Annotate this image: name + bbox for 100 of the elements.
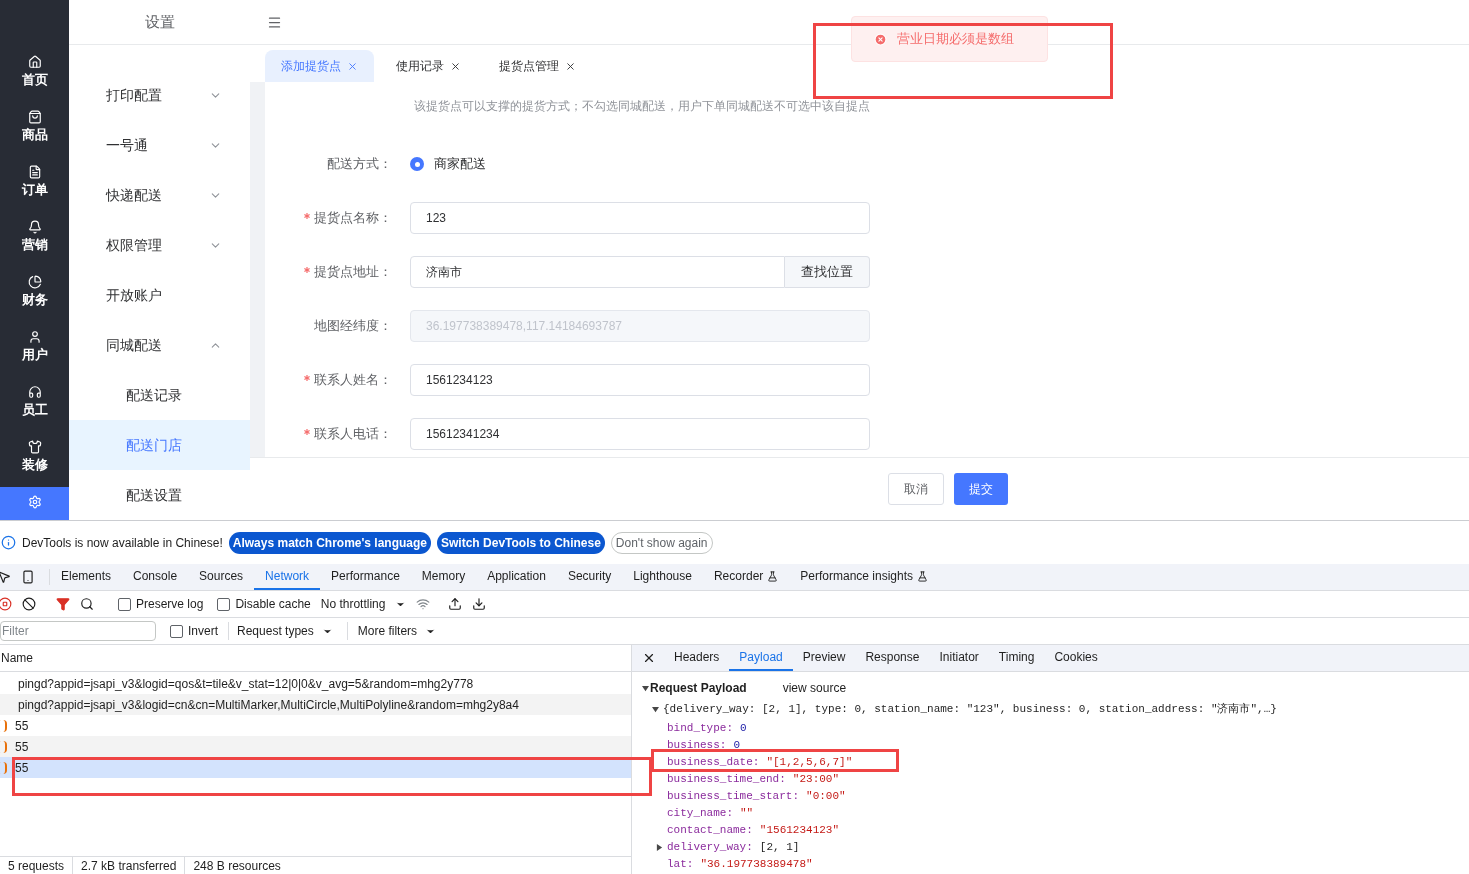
devtools-tab[interactable]: Elements [50, 564, 123, 590]
more-filters-dropdown[interactable]: More filters [346, 622, 418, 640]
payload-title[interactable]: Request Payload [650, 679, 747, 697]
disable-cache-checkbox[interactable] [217, 597, 231, 611]
download-icon[interactable] [472, 597, 487, 611]
inspect-icon[interactable] [0, 570, 11, 584]
input-field[interactable]: 15612341234 [410, 418, 870, 450]
clear-icon[interactable] [22, 597, 36, 611]
submenu-item[interactable]: 开放账户 [69, 270, 250, 320]
submenu-item[interactable]: 打印配置 [69, 70, 250, 120]
upload-icon[interactable] [448, 597, 463, 611]
devtools-tab[interactable]: Application [476, 564, 557, 590]
menu-icon[interactable] [267, 14, 282, 30]
field-label: 联系人姓名： [314, 371, 392, 390]
devtools-tab[interactable]: Security [556, 564, 623, 590]
submenu-item[interactable]: 权限管理 [69, 220, 250, 270]
user-icon [27, 330, 42, 344]
invert-checkbox[interactable] [170, 624, 183, 638]
search-icon[interactable] [80, 597, 94, 611]
network-conditions-icon[interactable] [416, 597, 431, 611]
detail-tab[interactable]: Headers [664, 645, 730, 671]
banner-button[interactable]: Switch DevTools to Chinese [437, 531, 605, 554]
submenu-item[interactable]: 一号通 [69, 120, 250, 170]
input-field[interactable]: 1561234123 [410, 364, 870, 396]
devtools-tab[interactable]: Recorder [702, 564, 790, 590]
submenu-title: 设置 [144, 11, 175, 32]
detail-tab[interactable]: Initiator [929, 645, 989, 671]
request-row[interactable]: 55 [0, 736, 631, 757]
nav-item[interactable]: 装修 [0, 432, 69, 487]
nav-item[interactable]: 订单 [0, 157, 69, 212]
property-key: contact_name: [667, 822, 753, 839]
status-text: 2.7 kB transferred [72, 856, 185, 874]
request-row[interactable]: pingd?appid=jsapi_v3&logid=cn&cn=MultiMarker,MultiCircle,MultiPolyline&random=mhg2y8a4 [0, 694, 631, 715]
record-icon[interactable] [0, 597, 12, 611]
submenu-subitem[interactable]: 配送门店 [69, 420, 250, 470]
home-icon [27, 55, 42, 69]
devtools-tab[interactable]: Sources [188, 564, 255, 590]
property-value: 0 [740, 721, 747, 737]
submenu-item[interactable]: 快递配送 [69, 170, 250, 220]
info-icon [1, 535, 16, 550]
nav-item[interactable]: 财务 [0, 267, 69, 322]
find-location-button[interactable]: 查找位置 [785, 256, 870, 288]
field-label: 地图经纬度： [314, 317, 392, 336]
nav-item[interactable]: 员工 [0, 377, 69, 432]
banner-button[interactable]: Always match Chrome's language [228, 531, 432, 554]
collapse-icon[interactable] [642, 684, 649, 692]
request-types-dropdown[interactable]: Request types [237, 622, 314, 640]
input-field[interactable]: 123 [410, 202, 870, 234]
property-key: business_time_end: [667, 771, 786, 788]
close-icon[interactable] [565, 60, 576, 72]
page-tab[interactable]: 添加提货点 [265, 50, 374, 82]
close-icon[interactable] [450, 60, 461, 72]
submenu-subitem[interactable]: 配送记录 [69, 370, 250, 420]
detail-tab[interactable]: Preview [792, 645, 856, 671]
devtools-tab[interactable]: Lighthouse [622, 564, 703, 590]
preserve-log-checkbox[interactable] [118, 597, 131, 611]
field-label: 配送方式： [327, 155, 392, 174]
detail-tab[interactable]: Response [855, 645, 930, 671]
page-tab[interactable]: 提货点管理 [483, 50, 592, 82]
property-key: lat: [667, 856, 694, 873]
submenu-item[interactable]: 同城配送 [69, 320, 250, 370]
filter-field[interactable]: Filter [0, 621, 156, 641]
nav-item[interactable]: 营销 [0, 212, 69, 267]
status-text: 248 B resources [184, 856, 289, 874]
flask-icon [767, 570, 779, 582]
cancel-button[interactable]: 取消 [888, 473, 944, 505]
page-tab[interactable]: 使用记录 [380, 50, 477, 82]
detail-tab[interactable]: Cookies [1044, 645, 1108, 671]
submenu-subitem[interactable]: 配送设置 [69, 470, 250, 520]
checkbox-label: Disable cache [235, 596, 311, 613]
collapse-icon[interactable] [652, 706, 659, 713]
property-value: "1561234123" [759, 823, 840, 839]
close-icon[interactable] [642, 651, 656, 665]
nav-item[interactable]: 用户 [0, 322, 69, 377]
devtools-tab[interactable]: Network [254, 564, 321, 590]
property-key: business_time_start: [667, 788, 800, 805]
devtools-tab[interactable]: Performance insights [789, 564, 940, 590]
device-icon[interactable] [21, 570, 35, 584]
devtools-tab[interactable]: Performance [320, 564, 411, 590]
nav-item[interactable]: 首页 [0, 47, 69, 102]
property-value: "23:00" [792, 772, 840, 788]
payload-summary[interactable]: {delivery_way: [2, 1], type: 0, station_name: "123", business: 0, station_address: "济南市",…} [663, 701, 1277, 718]
address-field[interactable]: 济南市 [410, 256, 785, 288]
expand-icon[interactable] [656, 844, 663, 851]
detail-tab[interactable]: Payload [729, 645, 793, 671]
banner-text: DevTools is now available in Chinese! [22, 534, 223, 552]
filter-icon[interactable] [56, 597, 70, 611]
headset-icon [27, 385, 42, 399]
devtools-tab[interactable]: Memory [410, 564, 477, 590]
radio-button[interactable] [410, 157, 424, 171]
property-value: "0:00" [806, 789, 846, 805]
nav-item[interactable]: 商品 [0, 102, 69, 157]
error-toast: 营业日期必须是数组 [851, 16, 1048, 62]
throttling-select[interactable]: No throttling [320, 595, 386, 613]
submit-button[interactable]: 提交 [954, 473, 1008, 505]
view-source-link[interactable]: view source [782, 679, 847, 697]
property-value: "[1,2,5,6,7]" [766, 755, 853, 771]
detail-tab[interactable]: Timing [988, 645, 1045, 671]
document-icon [27, 165, 42, 179]
devtools-tab[interactable]: Console [122, 564, 189, 590]
